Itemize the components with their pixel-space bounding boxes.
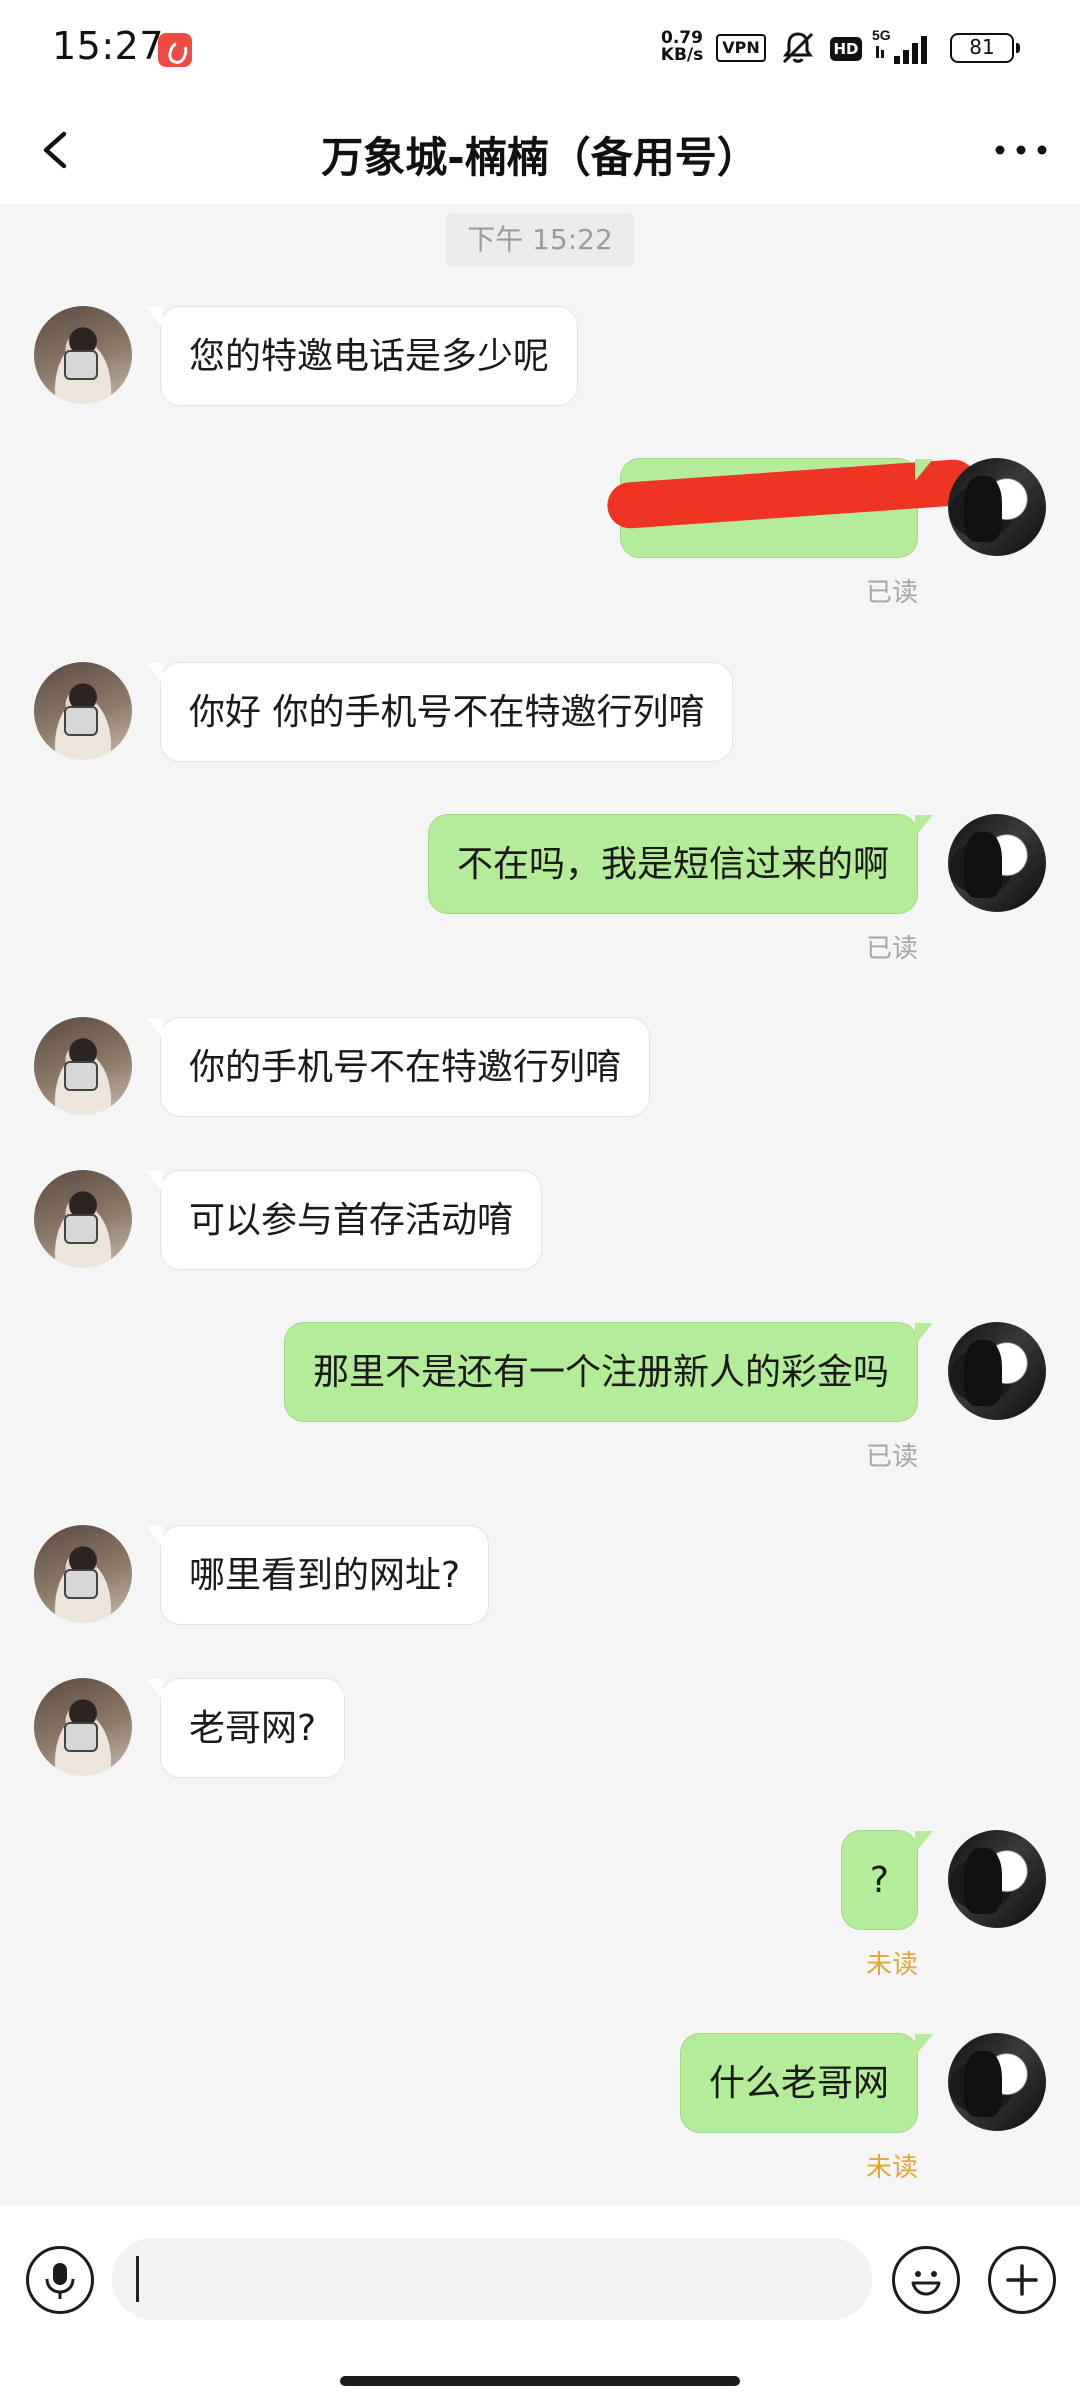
contact-avatar[interactable] xyxy=(34,1525,132,1623)
incoming-message[interactable]: 你好 你的手机号不在特邀行列唷 xyxy=(146,662,734,762)
hd-badge: HD xyxy=(830,37,862,61)
user-avatar[interactable] xyxy=(948,1830,1046,1928)
contact-avatar[interactable] xyxy=(34,662,132,760)
mute-icon xyxy=(782,32,814,64)
unread-receipt: 未读 xyxy=(866,1950,919,1980)
outgoing-message[interactable]: ? xyxy=(840,1830,934,1930)
incoming-message[interactable]: 哪里看到的网址? xyxy=(146,1525,490,1625)
signal-icon: 5G xyxy=(872,28,927,64)
outgoing-message-redacted[interactable] xyxy=(605,458,979,558)
read-receipt: 已读 xyxy=(866,934,919,964)
user-avatar[interactable] xyxy=(948,2033,1046,2131)
status-time: 15:27 xyxy=(52,24,165,68)
page-title: 万象城-楠楠（备用号） xyxy=(321,133,759,182)
incoming-message[interactable]: 老哥网? xyxy=(146,1678,346,1778)
message-input[interactable] xyxy=(112,2238,872,2320)
outgoing-message[interactable]: 那里不是还有一个注册新人的彩金吗 xyxy=(283,1322,934,1422)
incoming-message[interactable]: 你的手机号不在特邀行列唷 xyxy=(146,1017,651,1117)
user-avatar[interactable] xyxy=(948,814,1046,912)
contact-avatar[interactable] xyxy=(34,306,132,404)
app-notification-icon xyxy=(158,33,192,67)
battery-icon: 81 xyxy=(950,33,1020,63)
incoming-message[interactable]: 可以参与首存活动唷 xyxy=(146,1170,543,1270)
contact-avatar[interactable] xyxy=(34,1678,132,1776)
text-cursor xyxy=(136,2256,139,2302)
unread-receipt: 未读 xyxy=(866,2153,919,2183)
emoji-icon[interactable] xyxy=(892,2246,960,2314)
plus-icon[interactable] xyxy=(988,2246,1056,2314)
contact-avatar[interactable] xyxy=(34,1170,132,1268)
network-speed-unit: KB/s xyxy=(660,45,704,65)
read-receipt: 已读 xyxy=(866,1442,919,1472)
chevron-left-icon[interactable] xyxy=(24,116,92,184)
message-list[interactable]: 下午 15:22 您的特邀电话是多少呢 已读 你好 你的手机号不在特邀行列唷 不… xyxy=(0,204,1080,2206)
microphone-icon[interactable] xyxy=(26,2246,94,2314)
contact-avatar[interactable] xyxy=(34,1017,132,1115)
more-dots-icon[interactable] xyxy=(986,122,1056,178)
vpn-badge: VPN xyxy=(716,34,766,62)
outgoing-message[interactable]: 什么老哥网 xyxy=(679,2033,934,2133)
redaction-mark xyxy=(605,458,979,530)
time-divider: 下午 15:22 xyxy=(446,213,634,267)
chat-header: 万象城-楠楠（备用号） xyxy=(0,96,1080,204)
status-bar: 15:27 0.79 KB/s VPN HD 5G 81 xyxy=(0,0,1080,96)
user-avatar[interactable] xyxy=(948,458,1046,556)
network-type: 5G xyxy=(872,28,891,43)
user-avatar[interactable] xyxy=(948,1322,1046,1420)
read-receipt: 已读 xyxy=(866,578,919,608)
home-indicator[interactable] xyxy=(340,2376,740,2386)
incoming-message[interactable]: 您的特邀电话是多少呢 xyxy=(146,306,579,406)
message-input-bar xyxy=(0,2206,1080,2400)
network-speed: 0.79 KB/s xyxy=(656,30,708,64)
outgoing-message[interactable]: 不在吗，我是短信过来的啊 xyxy=(427,814,934,914)
